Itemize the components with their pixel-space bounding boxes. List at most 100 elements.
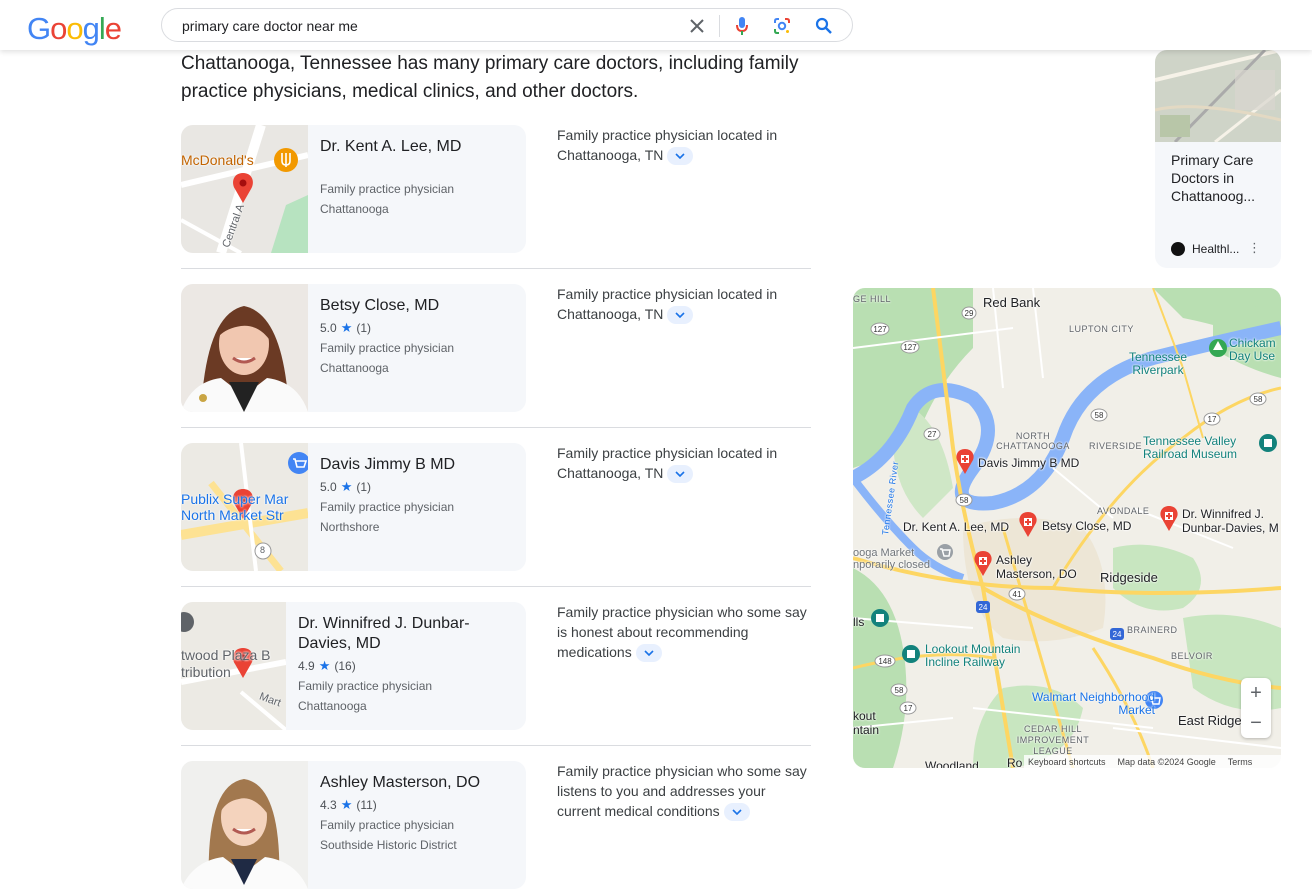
route-shield: 58 <box>895 686 904 695</box>
doctor-specialty: Family practice physician <box>320 341 455 355</box>
doctor-name[interactable]: Ashley Masterson, DO <box>320 773 520 793</box>
terms-link[interactable]: Terms <box>1228 757 1253 767</box>
search-input[interactable] <box>182 18 662 34</box>
pin-label[interactable]: Betsy Close, MD <box>1042 519 1131 533</box>
map-place-label: Woodland <box>925 759 979 768</box>
expand-button[interactable] <box>667 465 694 484</box>
review-count[interactable]: (1) <box>356 321 371 335</box>
route-shield: 17 <box>1208 415 1217 424</box>
doctor-photo <box>181 761 308 889</box>
star-icon: ★ <box>340 479 353 494</box>
doctor-photo <box>181 284 308 412</box>
map-place-label: Lookout Mountain Incline Railway <box>925 642 1021 669</box>
doctor-name[interactable]: Betsy Close, MD <box>320 296 520 316</box>
expand-button[interactable] <box>723 803 750 822</box>
result-row: Betsy Close, MD 5.0 ★ (1) Family practice … <box>181 284 811 443</box>
map-place-label: Red Bank <box>983 295 1041 310</box>
results-map[interactable]: 29 127 127 58 17 58 27 58 41 24 24 148 5… <box>853 288 1281 768</box>
more-options-icon[interactable]: ⋮ <box>1248 241 1261 254</box>
route-shield: 29 <box>965 309 974 318</box>
map-place-label: LUPTON CITY <box>1069 324 1134 334</box>
chevron-down-icon <box>675 312 685 319</box>
doctor-description: Family practice physician located in Cha… <box>557 443 813 484</box>
search-box <box>161 8 853 42</box>
doctor-description: Family practice physician who some say i… <box>557 602 813 663</box>
route-shield: 17 <box>904 704 913 713</box>
row-divider <box>181 427 811 428</box>
clear-icon[interactable] <box>687 16 707 36</box>
row-divider <box>181 586 811 587</box>
expand-button[interactable] <box>667 306 694 325</box>
doctor-map-pin[interactable] <box>1018 512 1038 538</box>
chevron-down-icon <box>675 153 685 160</box>
thumbnail-label: 8 <box>260 545 266 555</box>
route-shield: 58 <box>1095 411 1104 420</box>
doctor-name[interactable]: Dr. Winnifred J. Dunbar-Davies, MD <box>298 614 518 654</box>
rating-value: 5.0 <box>320 480 337 494</box>
chevron-down-icon <box>644 650 654 657</box>
microphone-icon[interactable] <box>732 16 752 36</box>
description-text: Family practice physician who some say l… <box>557 763 807 819</box>
result-row: Publix Super Mar North Market Str 8 Davi… <box>181 443 811 602</box>
map-place-label: East Ridge <box>1178 713 1242 728</box>
review-count[interactable]: (11) <box>356 798 376 812</box>
doctor-location: Chattanooga <box>320 202 389 216</box>
zoom-in-button[interactable]: + <box>1241 678 1271 708</box>
map-place-label: kout ntain <box>853 709 880 737</box>
doctor-name[interactable]: Dr. Kent A. Lee, MD <box>320 137 520 157</box>
map-place-label: Chickam Day Use <box>1229 336 1276 363</box>
doctor-map-pin[interactable] <box>973 551 993 577</box>
doctor-specialty: Family practice physician <box>298 679 433 693</box>
doctor-description: Family practice physician located in Cha… <box>557 125 813 166</box>
row-divider <box>181 745 811 746</box>
keyboard-shortcuts-link[interactable]: Keyboard shortcuts <box>1028 757 1106 767</box>
zoom-out-button[interactable]: − <box>1241 708 1271 738</box>
lens-icon[interactable] <box>772 16 792 36</box>
article-title[interactable]: Primary Care Doctors in Chattanoog... <box>1171 151 1271 205</box>
header: Google <box>0 0 1312 50</box>
chevron-down-icon <box>675 471 685 478</box>
route-shield: 24 <box>979 603 988 612</box>
doctor-location: Northshore <box>320 520 380 534</box>
related-article-card[interactable]: Primary Care Doctors in Chattanoog... He… <box>1155 50 1281 268</box>
expand-button[interactable] <box>667 147 694 166</box>
result-row: McDonald's Central A Dr. Kent A. Lee, MD… <box>181 125 811 284</box>
star-icon: ★ <box>340 320 353 335</box>
article-thumbnail <box>1155 50 1281 144</box>
doctor-map-pin[interactable] <box>1159 506 1179 532</box>
doctor-location: Southside Historic District <box>320 838 457 852</box>
doctor-card[interactable]: Betsy Close, MD 5.0 ★ (1) Family practice … <box>181 284 526 412</box>
pin-label[interactable]: Dr. Winnifred J. Dunbar-Davies, M <box>1182 507 1281 535</box>
search-icon[interactable] <box>814 16 834 36</box>
doctor-info: Betsy Close, MD 5.0 ★ (1) Family practice … <box>320 296 520 378</box>
pin-label[interactable]: Davis Jimmy B MD <box>978 456 1079 470</box>
review-count[interactable]: (16) <box>334 659 355 673</box>
doctor-card[interactable]: Publix Super Mar North Market Str 8 Davi… <box>181 443 526 571</box>
doctor-name[interactable]: Davis Jimmy B MD <box>320 455 520 475</box>
doctor-card[interactable]: twood Plaza B tribution Mart Dr. Winnifr… <box>181 602 526 730</box>
review-count[interactable]: (1) <box>356 480 371 494</box>
doctor-rating <box>320 161 520 177</box>
route-shield: 58 <box>1254 395 1263 404</box>
thumbnail-label: twood Plaza B <box>181 647 271 663</box>
doctor-info: Ashley Masterson, DO 4.3 ★ (11) Family pra… <box>320 773 520 855</box>
expand-button[interactable] <box>635 644 662 663</box>
map-thumbnail: twood Plaza B tribution Mart <box>181 602 286 730</box>
source-name: Healthl... <box>1192 242 1240 256</box>
map-place-label: NORTH CHATTANOOGA <box>996 431 1070 451</box>
map-attribution: Keyboard shortcuts Map data ©2024 Google… <box>1024 755 1281 768</box>
chevron-down-icon <box>732 809 742 816</box>
results-intro: Chattanooga, Tennessee has many primary … <box>181 53 799 102</box>
google-logo[interactable]: Google <box>27 11 122 47</box>
doctor-map-pin[interactable] <box>955 449 975 475</box>
doctor-card[interactable]: Ashley Masterson, DO 4.3 ★ (11) Family pra… <box>181 761 526 889</box>
result-row: Ashley Masterson, DO 4.3 ★ (11) Family pra… <box>181 761 811 891</box>
doctor-card[interactable]: McDonald's Central A Dr. Kent A. Lee, MD… <box>181 125 526 253</box>
map-thumbnail: Publix Super Mar North Market Str 8 <box>181 443 308 571</box>
star-icon: ★ <box>340 797 353 812</box>
route-shield: 127 <box>873 325 887 334</box>
pin-label[interactable]: Ashley Masterson, DO <box>996 553 1086 581</box>
doctor-location: Chattanooga <box>320 361 389 375</box>
pin-label[interactable]: Dr. Kent A. Lee, MD <box>903 520 1009 534</box>
doctor-rating: 5.0 ★ (1) <box>320 320 520 336</box>
